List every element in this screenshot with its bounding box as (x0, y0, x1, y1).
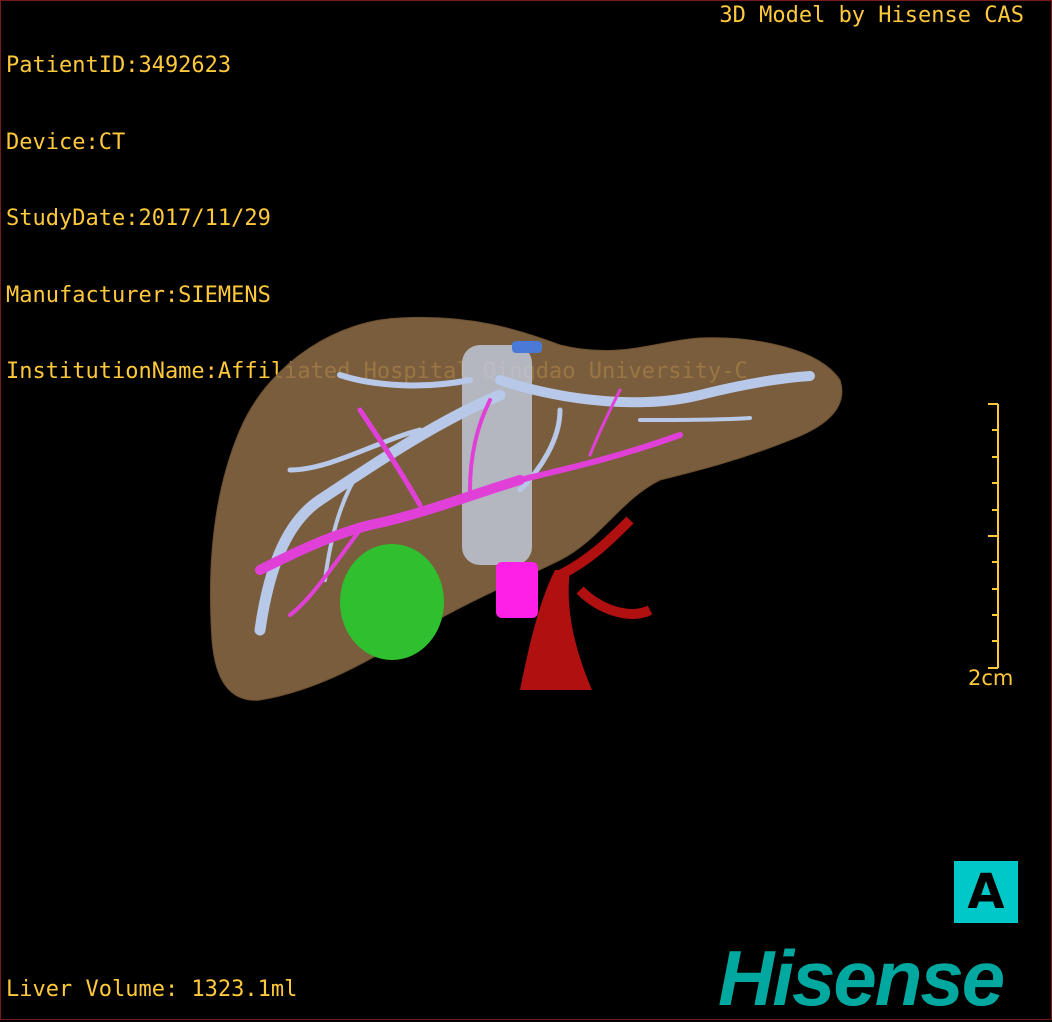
3d-liver-viewport[interactable] (0, 0, 1052, 1020)
hisense-logo: Hisense (718, 934, 1005, 1022)
tumor-model[interactable] (340, 544, 444, 660)
scale-bar (988, 403, 999, 669)
scale-bar-label: 2cm (968, 666, 1014, 690)
portal-vein-trunk[interactable] (496, 562, 538, 618)
ivc-top-cap (512, 341, 542, 353)
orientation-marker-button[interactable]: A (954, 861, 1018, 923)
liver-volume-text: Liver Volume: 1323.1ml (6, 977, 298, 1002)
